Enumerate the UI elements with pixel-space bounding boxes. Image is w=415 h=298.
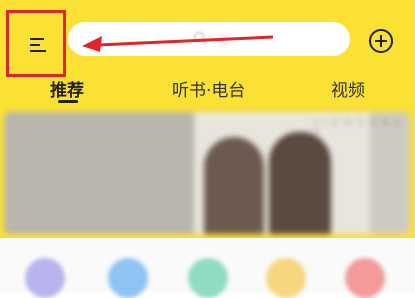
menu-button[interactable] — [6, 10, 66, 77]
banner-caption: I I O O S O N G S — [314, 118, 403, 136]
search-icon — [193, 31, 207, 45]
promo-banner[interactable]: I I O O S O N G S — [4, 112, 410, 234]
shortcut-icon[interactable] — [188, 258, 228, 298]
top-bar: 正 — [0, 0, 415, 80]
shortcut-icon[interactable] — [25, 258, 65, 298]
add-button[interactable] — [368, 28, 394, 54]
hamburger-menu-icon — [30, 38, 46, 52]
search-placeholder: 正 — [218, 34, 232, 49]
shortcut-icon[interactable] — [108, 258, 148, 298]
tab-video[interactable]: 视频 — [331, 76, 365, 101]
tab-recommend[interactable]: 推荐 — [50, 76, 84, 101]
search-input[interactable]: 正 — [68, 22, 350, 56]
active-tab-indicator — [58, 100, 78, 103]
banner-person — [204, 137, 264, 234]
shortcut-row — [0, 238, 415, 298]
tab-audiobooks-radio[interactable]: 听书·电台 — [172, 76, 245, 101]
shortcut-icon[interactable] — [345, 258, 385, 298]
shortcut-icon[interactable] — [266, 258, 306, 298]
banner-left-panel — [4, 112, 204, 234]
banner-person — [269, 132, 331, 234]
